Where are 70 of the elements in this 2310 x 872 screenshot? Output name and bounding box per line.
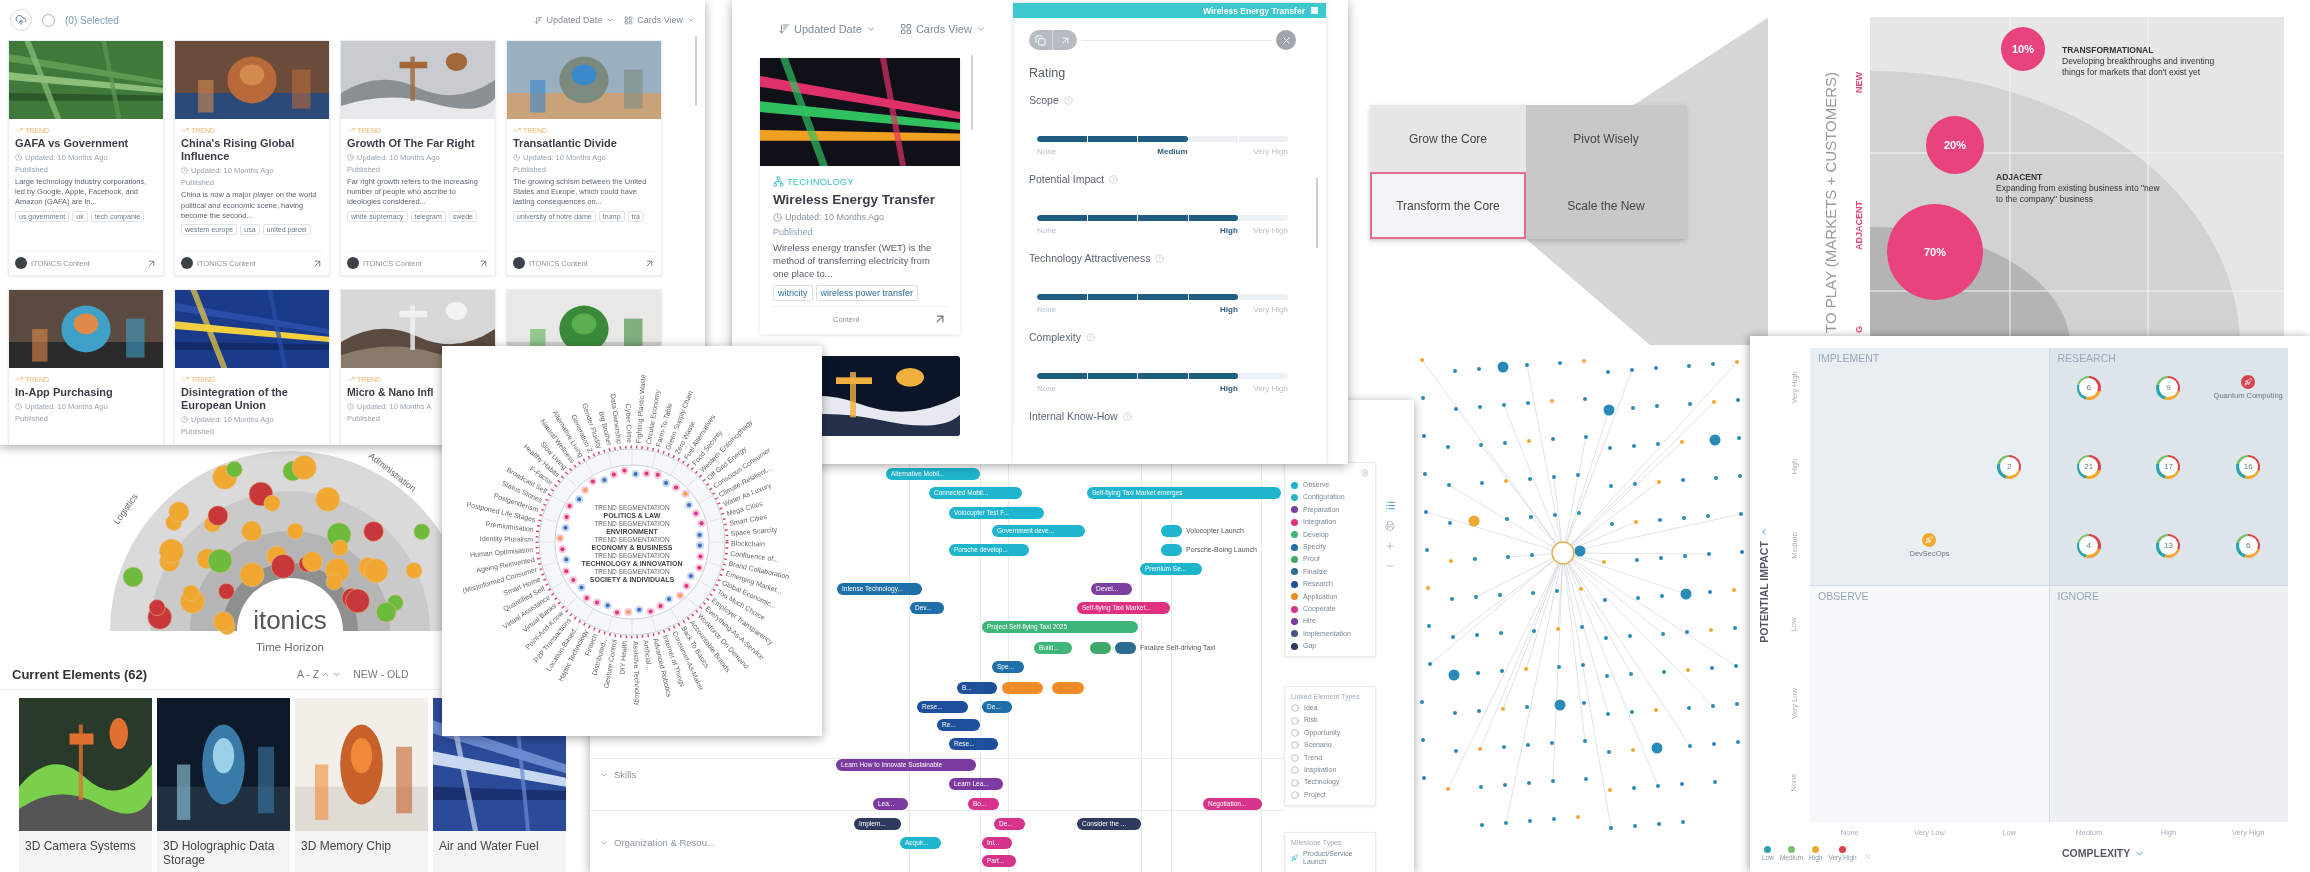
card-title[interactable]: GAFA vs Government [15,137,129,151]
scale-label: Very High [1253,147,1288,156]
quadrant-label: OBSERVE [1818,589,1869,602]
strategy-cell[interactable]: Transform the Core [1370,172,1526,239]
strategy-cell[interactable]: Grow the Core [1370,105,1526,172]
axis-title: TO PLAY (MARKETS + CUSTOMERS) [1822,71,1839,333]
note-title: ADJACENT [1996,172,2043,182]
card-title[interactable]: China's Rising Global Influence [181,137,323,164]
sort-dropdown[interactable]: Updated Date [778,23,876,35]
row-label: Organization & Resou... [614,837,715,848]
rating-name: Internal Know-How [1029,410,1118,422]
card-title[interactable]: In-App Purchasing [15,386,113,400]
card-description: Wireless energy transfer (WET) is the method of transferring electricity from one place to... [773,242,933,281]
axis-title: COMPLEXITY [2062,847,2131,859]
scale-label: None [1037,226,1057,235]
card-status: Published [773,227,814,237]
rating-value: High [1220,305,1238,314]
order-button[interactable]: NEW - OLD [353,668,409,680]
axis-title: POTENTIAL IMPACT [1758,541,1770,643]
rating-name: Complexity [1029,331,1081,343]
element-title: 3D Holographic Data Storage [157,831,290,872]
card-title[interactable]: Transatlantic Divide [513,137,617,151]
strategy-cell[interactable]: Pivot Wisely [1526,105,1686,172]
updated-date: Updated: 10 Months Ago [785,212,885,222]
card-title[interactable]: Micro & Nano Infl [347,386,434,399]
axis-level: NEW [1854,72,1864,93]
view-dropdown[interactable]: Cards View [624,15,695,25]
element-title: 3D Camera Systems [19,831,152,872]
row-label: Skills [614,769,637,780]
sort-dropdown[interactable]: Updated Date [533,15,615,25]
view-dropdown[interactable]: Cards View [899,23,986,35]
scale-label: Very High [1253,305,1288,314]
note-text: Expanding from existing business into "new to the company" business [1996,183,2161,206]
logo: itonics [253,605,327,635]
rating-name: Scope [1029,94,1059,106]
selection-count: (0) Selected [65,14,119,26]
quadrant-label: IGNORE [2057,589,2099,602]
share-bubble: 10% [2001,27,2045,71]
scale-label: Very High [1253,384,1288,393]
scale-label: None [1037,305,1057,314]
strategy-cell[interactable]: Scale the New [1526,172,1686,239]
share-bubble: 70% [1887,204,1983,300]
rating-value: Medium [1157,147,1188,156]
share-bubble: 20% [1926,116,1984,174]
element-title: 3D Memory Chip [295,831,428,872]
note-text: Developing breakthroughs and inventing things for markets that don't exist yet [2062,56,2216,79]
quadrant-label: RESEARCH [2057,352,2116,364]
card-title[interactable]: Disintegration of the European Union [181,386,323,413]
card-category: TECHNOLOGY [787,176,854,187]
rating-value: High [1220,226,1238,235]
rating-name: Technology Attractiveness [1029,252,1151,264]
element-title: Air and Water Fuel [433,831,566,872]
list-heading: Current Elements (62) [12,666,148,682]
card-title[interactable]: Growth Of The Far Right [347,137,475,151]
panel-title: Wireless Energy Transfer [1203,5,1305,16]
section-title: Rating [1029,66,1067,80]
tag[interactable]: wireless power transfer [815,285,919,302]
quadrant-label: IMPLEMENT [1818,352,1880,364]
tag[interactable]: witricity [773,285,813,302]
note-title: TRANSFORMATIONAL [2062,45,2154,55]
rating-value: High [1220,384,1238,393]
card-title[interactable]: Wireless Energy Transfer [773,192,947,207]
axis-level: ADJACENT [1854,201,1864,250]
scale-label: None [1037,147,1057,156]
scale-label: None [1037,384,1057,393]
axis-level: G [1854,326,1864,333]
scale-label: Very High [1253,226,1288,235]
rating-name: Potential Impact [1029,173,1105,185]
sort-button[interactable]: A - Z [297,668,342,680]
axis-title: Time Horizon [256,641,324,653]
